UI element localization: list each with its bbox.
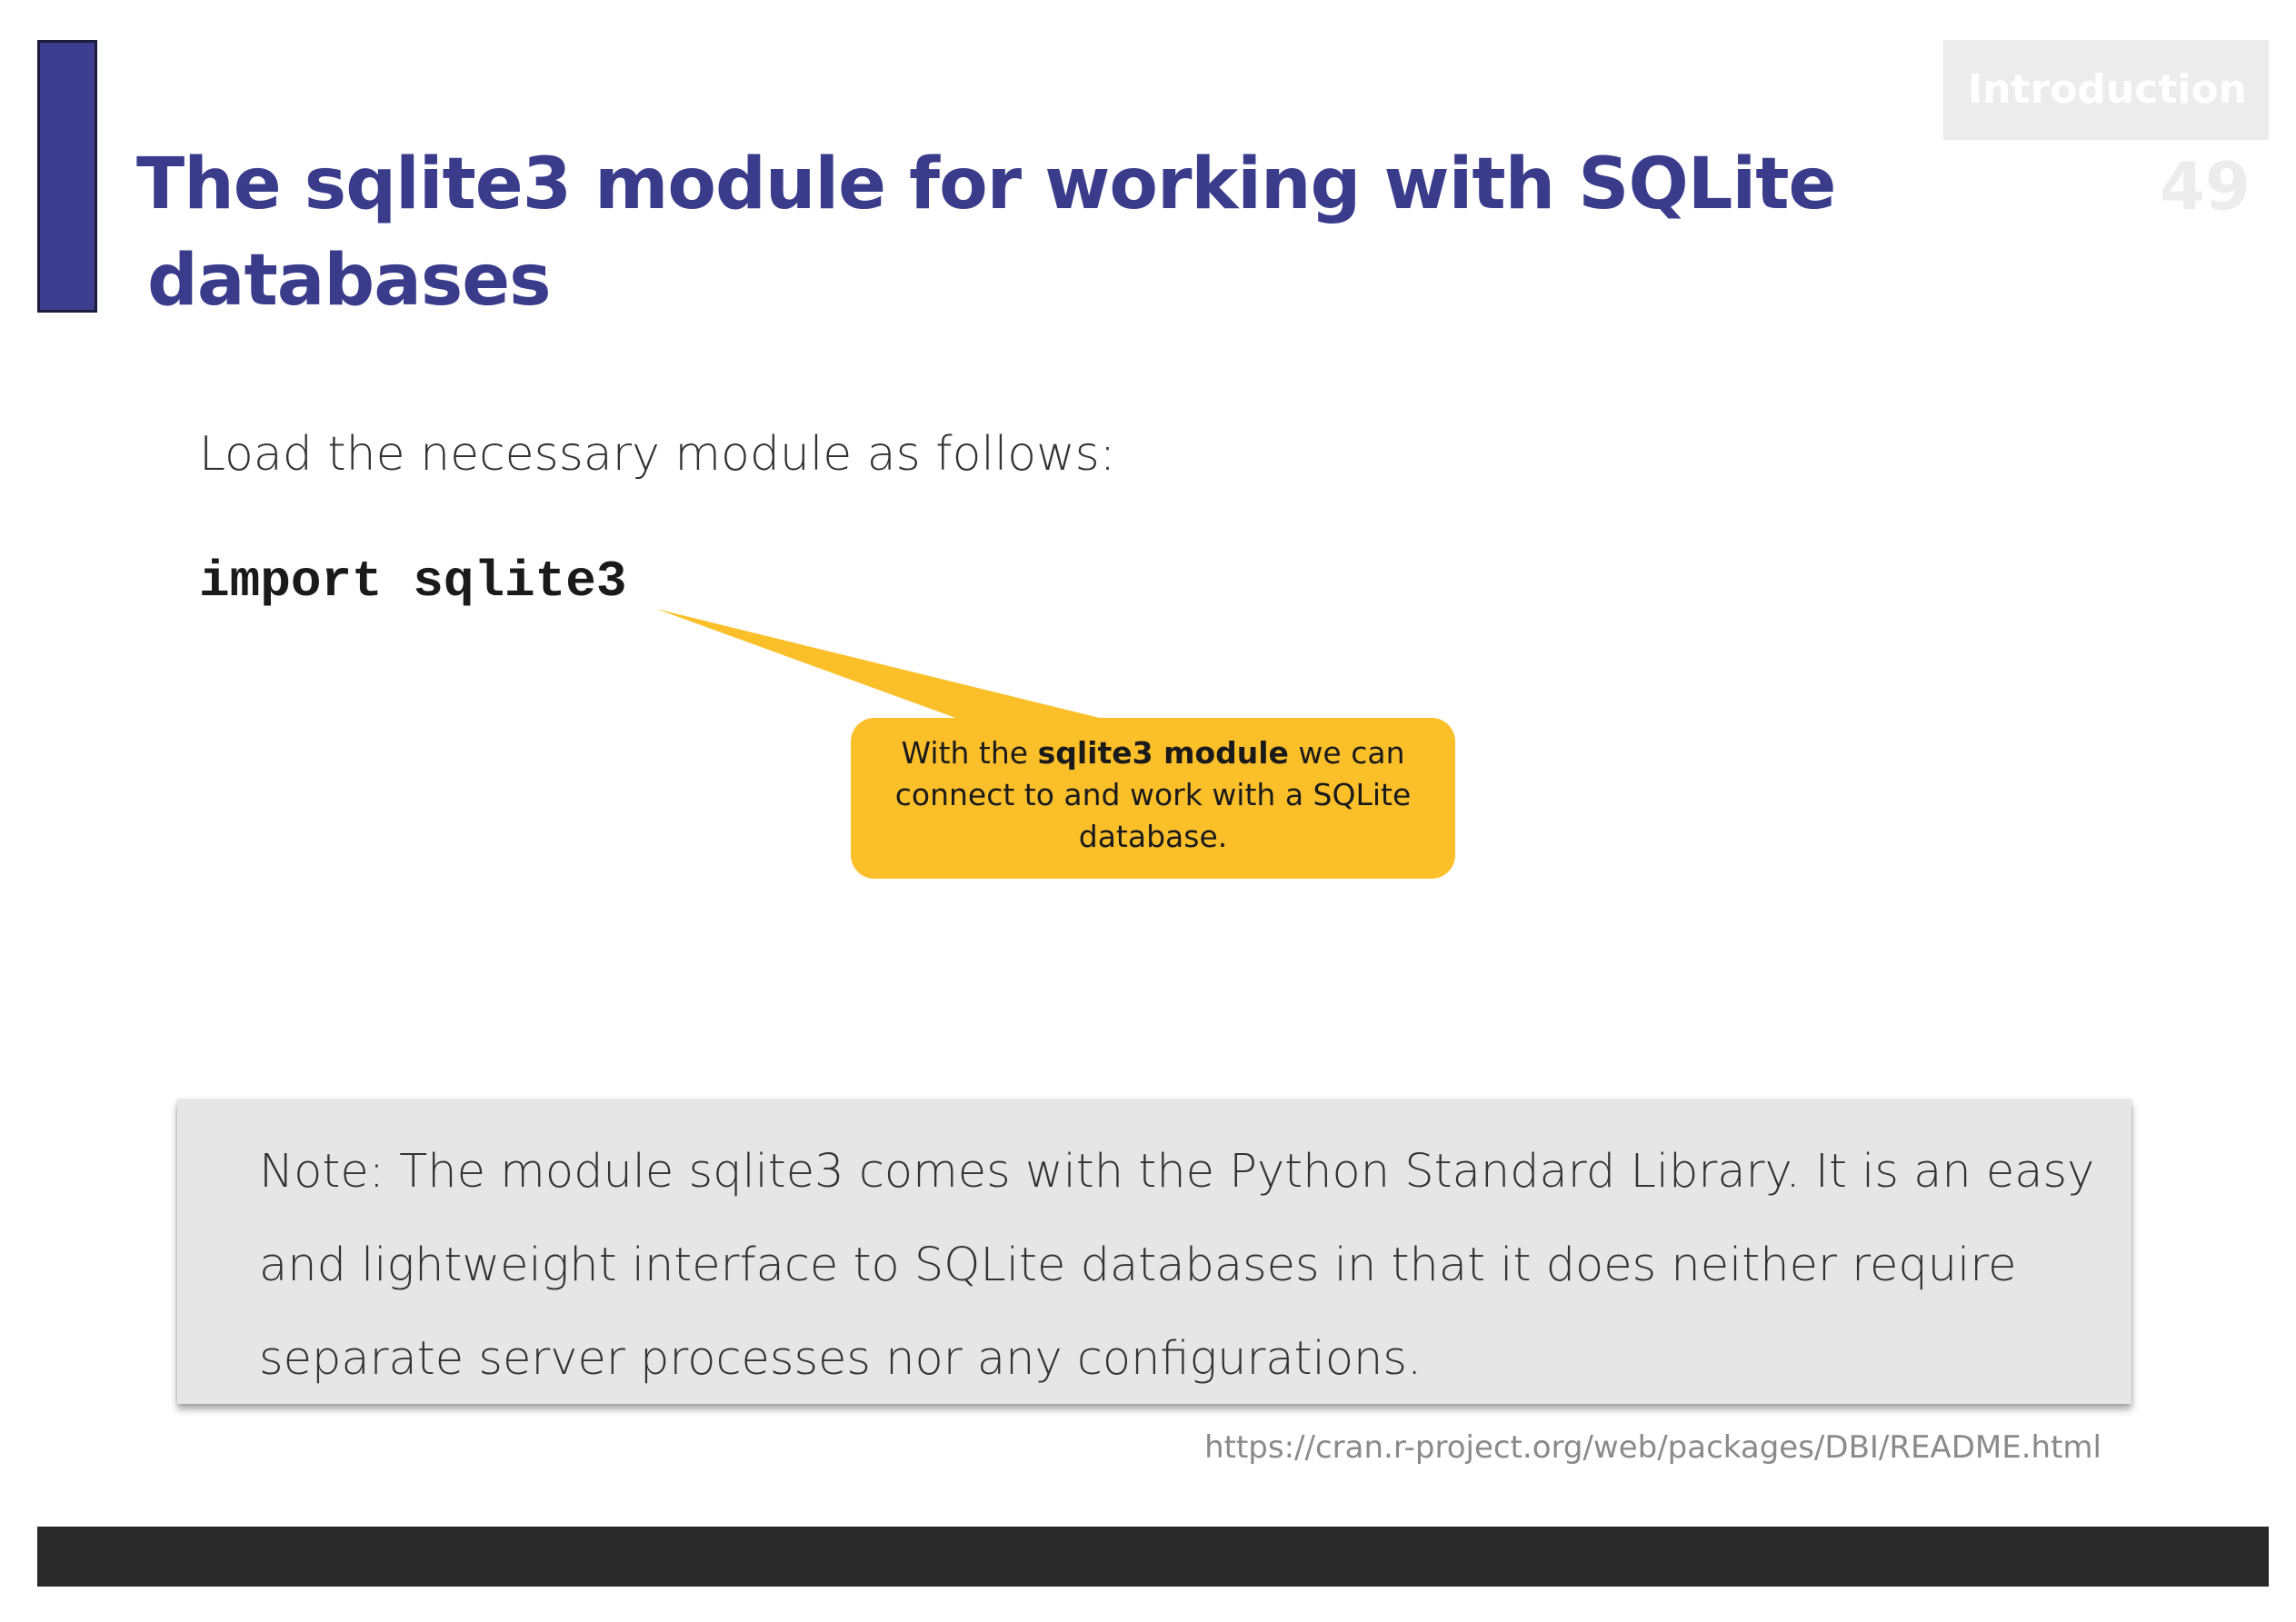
- callout-bubble: With the sqlite3 module we can connect t…: [851, 718, 1455, 879]
- title-accent-bar: [37, 40, 97, 313]
- page-number: 49: [2159, 148, 2251, 224]
- source-link[interactable]: https://cran.r-project.org/web/packages/…: [1204, 1427, 2101, 1468]
- footer-bar: [37, 1527, 2269, 1587]
- section-tab: Introduction: [1943, 40, 2269, 140]
- code-snippet: import sqlite3: [199, 552, 627, 611]
- note-box: Note: The module sqlite3 comes with the …: [177, 1100, 2131, 1404]
- note-text: Note: The module sqlite3 comes with the …: [259, 1145, 2095, 1386]
- slide-title-line-1: The sqlite3 module for working with SQLi…: [136, 144, 1836, 225]
- slide-title: The sqlite3 module for working with SQLi…: [136, 136, 1863, 329]
- intro-text: Load the necessary module as follows:: [199, 427, 1116, 482]
- callout-text-start: With the: [901, 735, 1038, 771]
- callout-text-emphasis: sqlite3 module: [1037, 735, 1289, 771]
- slide-title-line-2: databases: [147, 240, 552, 322]
